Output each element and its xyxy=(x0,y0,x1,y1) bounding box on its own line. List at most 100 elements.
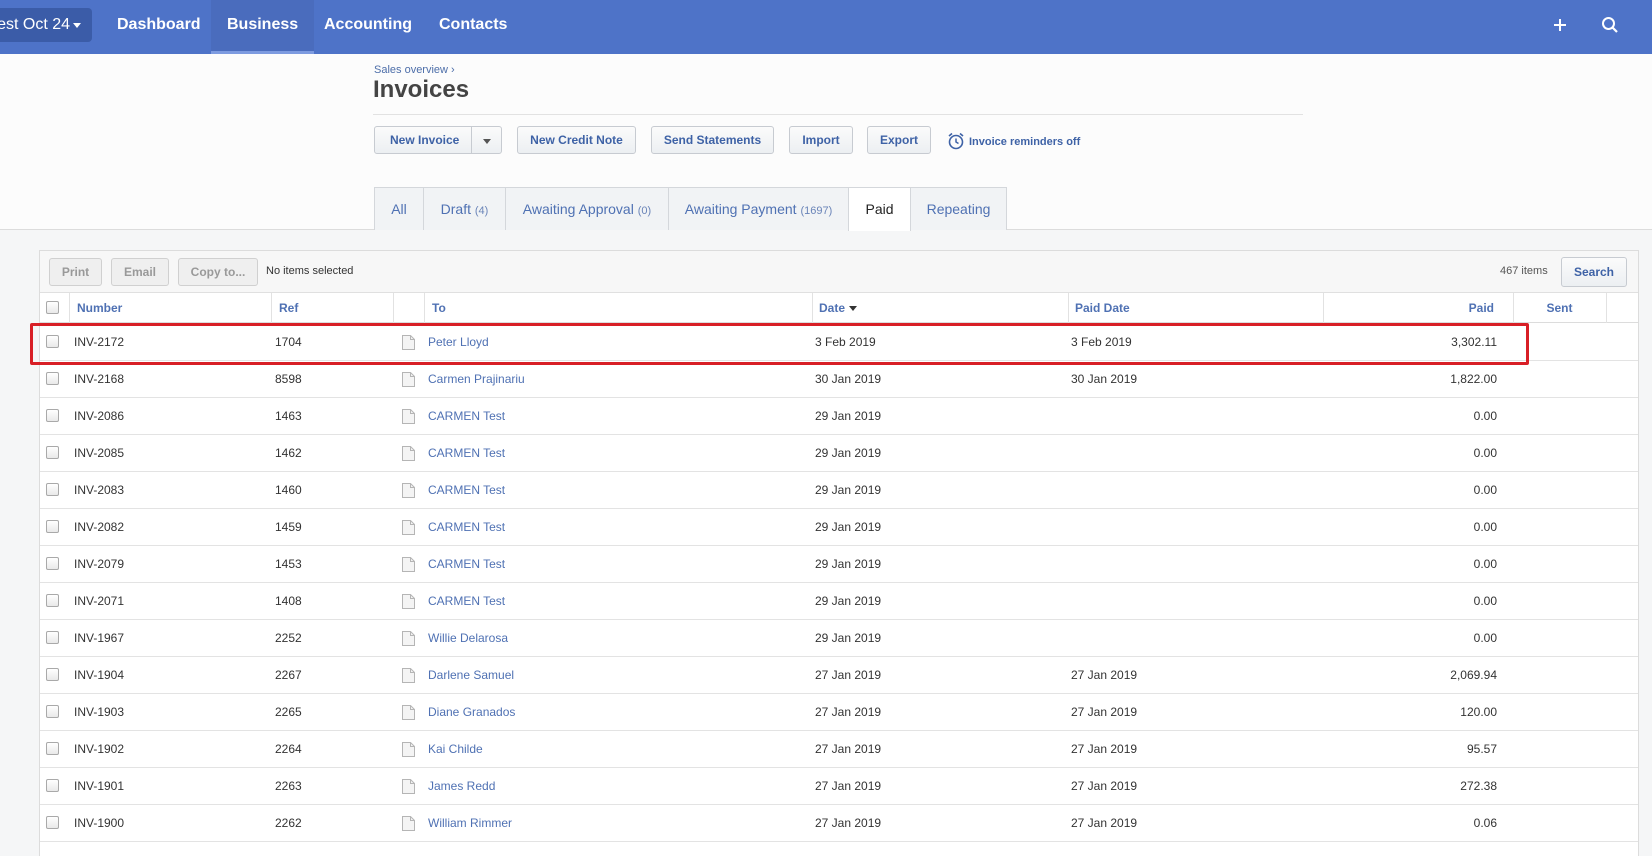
document-icon[interactable] xyxy=(402,594,415,609)
invoice-number[interactable]: INV-1901 xyxy=(74,768,124,804)
column-date[interactable]: Date xyxy=(819,293,858,323)
document-icon[interactable] xyxy=(402,742,415,757)
table-row[interactable]: INV-1967 2252 Willie Delarosa 29 Jan 2019 0.… xyxy=(40,620,1638,657)
print-button[interactable]: Print xyxy=(49,258,102,286)
contact-link[interactable]: James Redd xyxy=(428,768,495,804)
invoice-ref[interactable]: 2265 xyxy=(275,694,302,730)
invoice-ref[interactable]: 1460 xyxy=(275,472,302,508)
import-button[interactable]: Import xyxy=(789,126,853,154)
document-icon[interactable] xyxy=(402,779,415,794)
table-row[interactable]: INV-2071 1408 CARMEN Test 29 Jan 2019 0.00 xyxy=(40,583,1638,620)
invoice-ref[interactable]: 1453 xyxy=(275,546,302,582)
invoice-number[interactable]: INV-2085 xyxy=(74,435,124,471)
document-icon[interactable] xyxy=(402,668,415,683)
column-paid[interactable]: Paid xyxy=(1330,293,1494,323)
document-icon[interactable] xyxy=(402,705,415,720)
document-icon[interactable] xyxy=(402,446,415,461)
row-checkbox[interactable] xyxy=(46,779,59,792)
plus-icon[interactable] xyxy=(1549,14,1571,36)
contact-link[interactable]: CARMEN Test xyxy=(428,546,505,582)
org-switcher[interactable]: Test Oct 24 xyxy=(0,8,92,42)
tab-all[interactable]: All xyxy=(374,187,424,230)
invoice-number[interactable]: INV-2083 xyxy=(74,472,124,508)
search-icon[interactable] xyxy=(1599,14,1621,36)
row-checkbox[interactable] xyxy=(46,668,59,681)
row-checkbox[interactable] xyxy=(46,446,59,459)
document-icon[interactable] xyxy=(402,483,415,498)
row-checkbox[interactable] xyxy=(46,631,59,644)
search-button[interactable]: Search xyxy=(1561,257,1627,287)
invoice-ref[interactable]: 1462 xyxy=(275,435,302,471)
contact-link[interactable]: CARMEN Test xyxy=(428,435,505,471)
invoice-number[interactable]: INV-1904 xyxy=(74,657,124,693)
document-icon[interactable] xyxy=(402,557,415,572)
invoice-ref[interactable]: 1463 xyxy=(275,398,302,434)
invoice-number[interactable]: INV-2168 xyxy=(74,361,124,397)
send-statements-button[interactable]: Send Statements xyxy=(651,126,774,154)
nav-dashboard[interactable]: Dashboard xyxy=(101,0,217,54)
invoice-ref[interactable]: 1459 xyxy=(275,509,302,545)
new-credit-note-button[interactable]: New Credit Note xyxy=(517,126,636,154)
tab-awaiting-approval[interactable]: Awaiting Approval (0) xyxy=(505,187,669,230)
contact-link[interactable]: CARMEN Test xyxy=(428,583,505,619)
contact-link[interactable]: Willie Delarosa xyxy=(428,620,508,656)
invoice-number[interactable]: INV-1902 xyxy=(74,731,124,767)
row-checkbox[interactable] xyxy=(46,520,59,533)
row-checkbox[interactable] xyxy=(46,742,59,755)
tab-repeating[interactable]: Repeating xyxy=(910,187,1007,230)
tab-paid[interactable]: Paid xyxy=(848,187,911,231)
row-checkbox[interactable] xyxy=(46,372,59,385)
table-row[interactable]: INV-2079 1453 CARMEN Test 29 Jan 2019 0.00 xyxy=(40,546,1638,583)
contact-link[interactable]: CARMEN Test xyxy=(428,398,505,434)
invoice-ref[interactable]: 2267 xyxy=(275,657,302,693)
tab-awaiting-payment[interactable]: Awaiting Payment (1697) xyxy=(668,187,849,230)
table-row[interactable]: INV-2086 1463 CARMEN Test 29 Jan 2019 0.00 xyxy=(40,398,1638,435)
invoice-number[interactable]: INV-1967 xyxy=(74,620,124,656)
invoice-ref[interactable]: 1408 xyxy=(275,583,302,619)
breadcrumb[interactable]: Sales overview › xyxy=(374,64,455,76)
column-paid-date[interactable]: Paid Date xyxy=(1075,293,1130,323)
invoice-ref[interactable]: 2264 xyxy=(275,731,302,767)
contact-link[interactable]: Darlene Samuel xyxy=(428,657,514,693)
table-row[interactable]: INV-2082 1459 CARMEN Test 29 Jan 2019 0.00 xyxy=(40,509,1638,546)
export-button[interactable]: Export xyxy=(867,126,931,154)
table-row[interactable]: INV-1900 2262 William Rimmer 27 Jan 2019 27 … xyxy=(40,805,1638,842)
row-checkbox[interactable] xyxy=(46,409,59,422)
contact-link[interactable]: Diane Granados xyxy=(428,694,515,730)
column-number[interactable]: Number xyxy=(77,293,122,323)
row-checkbox[interactable] xyxy=(46,594,59,607)
contact-link[interactable]: Kai Childe xyxy=(428,731,483,767)
invoice-ref[interactable]: 2252 xyxy=(275,620,302,656)
column-ref[interactable]: Ref xyxy=(279,293,298,323)
table-row[interactable]: INV-1902 2264 Kai Childe 27 Jan 2019 27 Jan … xyxy=(40,731,1638,768)
email-button[interactable]: Email xyxy=(111,258,169,286)
invoice-ref[interactable]: 8598 xyxy=(275,361,302,397)
tab-draft[interactable]: Draft (4) xyxy=(423,187,506,230)
invoice-number[interactable]: INV-1900 xyxy=(74,805,124,841)
new-invoice-button[interactable]: New Invoice xyxy=(374,126,502,154)
column-sent[interactable]: Sent xyxy=(1514,293,1605,323)
contact-link[interactable]: William Rimmer xyxy=(428,805,512,841)
row-checkbox[interactable] xyxy=(46,557,59,570)
table-row[interactable]: INV-1903 2265 Diane Granados 27 Jan 2019 27 … xyxy=(40,694,1638,731)
nav-accounting[interactable]: Accounting xyxy=(308,0,428,54)
row-checkbox[interactable] xyxy=(46,816,59,829)
nav-contacts[interactable]: Contacts xyxy=(423,0,523,54)
invoice-number[interactable]: INV-2079 xyxy=(74,546,124,582)
document-icon[interactable] xyxy=(402,816,415,831)
nav-business[interactable]: Business xyxy=(211,0,315,54)
document-icon[interactable] xyxy=(402,372,415,387)
table-row[interactable]: INV-2085 1462 CARMEN Test 29 Jan 2019 0.00 xyxy=(40,435,1638,472)
table-row[interactable]: INV-2168 8598 Carmen Prajinariu 30 Jan 2019… xyxy=(40,361,1638,398)
copy-to-button[interactable]: Copy to... xyxy=(178,258,258,286)
table-row[interactable]: INV-1901 2263 James Redd 27 Jan 2019 27 Jan … xyxy=(40,768,1638,805)
document-icon[interactable] xyxy=(402,520,415,535)
table-row[interactable]: INV-2083 1460 CARMEN Test 29 Jan 2019 0.00 xyxy=(40,472,1638,509)
table-row[interactable]: INV-1904 2267 Darlene Samuel 27 Jan 2019 27 … xyxy=(40,657,1638,694)
document-icon[interactable] xyxy=(402,409,415,424)
new-invoice-dropdown[interactable] xyxy=(471,127,501,153)
invoice-ref[interactable]: 2263 xyxy=(275,768,302,804)
row-checkbox[interactable] xyxy=(46,483,59,496)
document-icon[interactable] xyxy=(402,631,415,646)
row-checkbox[interactable] xyxy=(46,705,59,718)
